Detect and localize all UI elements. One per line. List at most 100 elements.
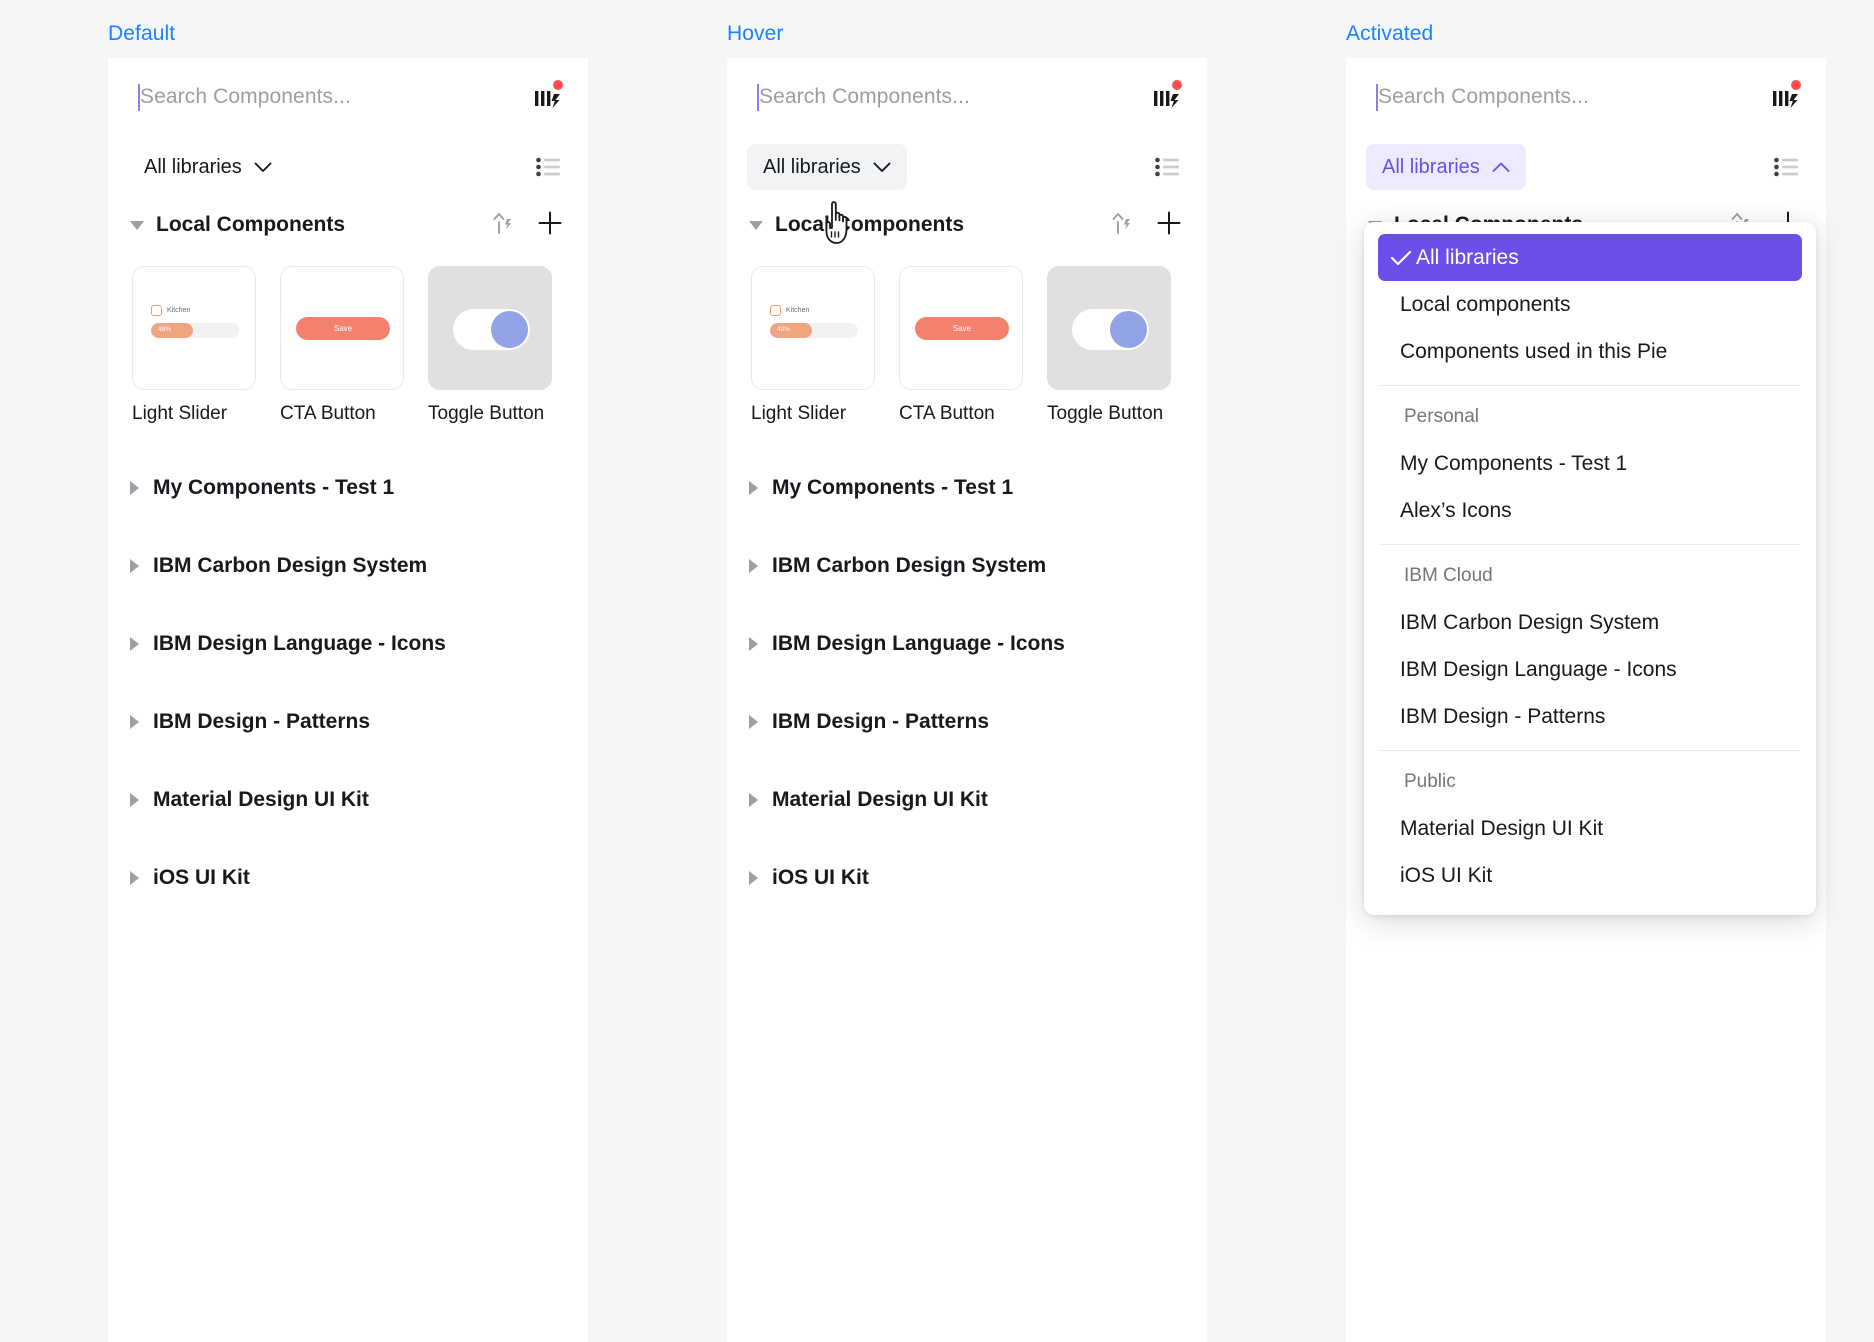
component-thumbnail-cta-button[interactable]: Save [899, 266, 1023, 390]
cta-art: Save [296, 317, 390, 340]
filter-row-activated: All libraries [1346, 136, 1826, 198]
slider-art: Kitchen 48% [770, 305, 858, 349]
library-row[interactable]: IBM Design - Patterns [130, 683, 564, 761]
publish-bolt-icon[interactable] [490, 210, 516, 241]
component-thumbnail-toggle-button[interactable] [428, 266, 552, 390]
search-placeholder: Search Components... [140, 85, 351, 108]
toggle-knob [491, 311, 528, 348]
panel-default: Search Components... All libraries Local… [108, 58, 588, 1342]
component-card: Toggle Button [1047, 266, 1171, 427]
library-row[interactable]: IBM Carbon Design System [749, 527, 1183, 605]
library-row[interactable]: My Components - Test 1 [749, 449, 1183, 527]
component-thumbnail-light-slider[interactable]: Kitchen 48% [751, 266, 875, 390]
search-bar-hover: Search Components... [727, 58, 1207, 136]
library-filter-button[interactable]: All libraries [128, 144, 288, 190]
slider-track: 48% [770, 323, 858, 338]
slider-room-label: Kitchen [786, 307, 810, 314]
library-filter-button[interactable]: All libraries [1366, 144, 1526, 190]
library-row[interactable]: iOS UI Kit [130, 839, 564, 917]
component-thumbnail-grid: Kitchen 48% Light Slider Save [727, 252, 1207, 427]
component-label: Toggle Button [1047, 403, 1164, 424]
local-components-header[interactable]: Local Components [727, 198, 1207, 252]
search-bar-activated: Search Components... [1346, 58, 1826, 136]
dropdown-item-ios-ui-kit[interactable]: iOS UI Kit [1378, 852, 1802, 899]
dropdown-item-ibm-carbon-design-system[interactable]: IBM Carbon Design System [1378, 599, 1802, 646]
library-filter-dropdown-menu: All libraries Local components Component… [1364, 222, 1816, 915]
slider-track: 48% [151, 323, 239, 338]
chevron-collapsed-icon [130, 636, 139, 651]
dropdown-item-ibm-design-patterns[interactable]: IBM Design - Patterns [1378, 693, 1802, 740]
library-row[interactable]: iOS UI Kit [749, 839, 1183, 917]
library-name: IBM Design - Patterns [153, 709, 371, 733]
dropdown-item-components-used-in-this-pie[interactable]: Components used in this Pie [1378, 328, 1802, 375]
dropdown-item-label: Components used in this Pie [1400, 339, 1668, 363]
library-name: My Components - Test 1 [772, 475, 1014, 499]
chevron-collapsed-icon [749, 792, 758, 807]
slider-art: Kitchen 48% [151, 305, 239, 349]
library-row[interactable]: IBM Carbon Design System [130, 527, 564, 605]
library-row[interactable]: IBM Design Language - Icons [749, 605, 1183, 683]
cta-button-text: Save [333, 324, 353, 333]
library-row[interactable]: IBM Design - Patterns [749, 683, 1183, 761]
dropdown-item-material-design-ui-kit[interactable]: Material Design UI Kit [1378, 805, 1802, 852]
library-bolt-icon[interactable] [530, 80, 564, 114]
list-view-icon[interactable] [1772, 152, 1802, 182]
plus-icon[interactable] [1155, 209, 1183, 242]
search-input[interactable]: Search Components... [1376, 77, 1760, 117]
toggle-art [453, 309, 530, 350]
library-list-hover: My Components - Test 1 IBM Carbon Design… [727, 427, 1207, 917]
component-thumbnail-toggle-button[interactable] [1047, 266, 1171, 390]
local-components-header[interactable]: Local Components [108, 198, 588, 252]
dropdown-item-label: iOS UI Kit [1400, 863, 1493, 887]
dropdown-item-label: Local components [1400, 292, 1571, 316]
dropdown-item-ibm-design-language-icons[interactable]: IBM Design Language - Icons [1378, 646, 1802, 693]
library-row[interactable]: Material Design UI Kit [130, 761, 564, 839]
slider-percent-label: 48% [158, 326, 172, 333]
library-bolt-icon[interactable] [1768, 80, 1802, 114]
search-input[interactable]: Search Components... [138, 77, 522, 117]
library-row[interactable]: Material Design UI Kit [749, 761, 1183, 839]
filter-row-default: All libraries [108, 136, 588, 198]
dropdown-item-my-components-test-1[interactable]: My Components - Test 1 [1378, 440, 1802, 487]
chevron-collapsed-icon [749, 870, 758, 885]
dropdown-item-label: All libraries [1416, 245, 1519, 269]
slider-room-label: Kitchen [167, 307, 191, 314]
notification-badge [1172, 80, 1182, 90]
panel-hover: Search Components... All libraries Local… [727, 58, 1207, 1342]
plus-icon[interactable] [536, 209, 564, 242]
component-card: Kitchen 48% Light Slider [132, 266, 256, 427]
search-placeholder: Search Components... [759, 85, 970, 108]
library-name: IBM Design - Patterns [772, 709, 990, 733]
component-thumbnail-light-slider[interactable]: Kitchen 48% [132, 266, 256, 390]
notification-badge [1791, 80, 1801, 90]
library-filter-button[interactable]: All libraries [747, 144, 907, 190]
dropdown-item-all-libraries[interactable]: All libraries [1378, 234, 1802, 281]
list-view-icon[interactable] [1153, 152, 1183, 182]
library-list-default: My Components - Test 1 IBM Carbon Design… [108, 427, 588, 917]
toggle-art [1072, 309, 1149, 350]
list-view-icon[interactable] [534, 152, 564, 182]
dropdown-group-ibm-cloud: IBM Cloud [1404, 565, 1493, 586]
chevron-collapsed-icon [130, 558, 139, 573]
library-name: Material Design UI Kit [153, 787, 369, 811]
library-row[interactable]: My Components - Test 1 [130, 449, 564, 527]
component-thumbnail-cta-button[interactable]: Save [280, 266, 404, 390]
dropdown-separator [1380, 385, 1800, 386]
chevron-down-icon [254, 156, 272, 179]
section-title: Local Components [775, 213, 965, 236]
chevron-collapsed-icon [749, 480, 758, 495]
dropdown-item-alexs-icons[interactable]: Alex’s Icons [1378, 487, 1802, 534]
column-label-default: Default [108, 22, 176, 45]
library-row[interactable]: IBM Design Language - Icons [130, 605, 564, 683]
dropdown-group-personal: Personal [1404, 406, 1479, 427]
column-label-hover: Hover [727, 22, 784, 45]
publish-bolt-icon[interactable] [1109, 210, 1135, 241]
dropdown-item-local-components[interactable]: Local components [1378, 281, 1802, 328]
chevron-collapsed-icon [130, 792, 139, 807]
chevron-collapsed-icon [749, 714, 758, 729]
library-bolt-icon[interactable] [1149, 80, 1183, 114]
library-name: My Components - Test 1 [153, 475, 395, 499]
library-name: Material Design UI Kit [772, 787, 988, 811]
search-input[interactable]: Search Components... [757, 77, 1141, 117]
component-label: Light Slider [751, 403, 847, 424]
